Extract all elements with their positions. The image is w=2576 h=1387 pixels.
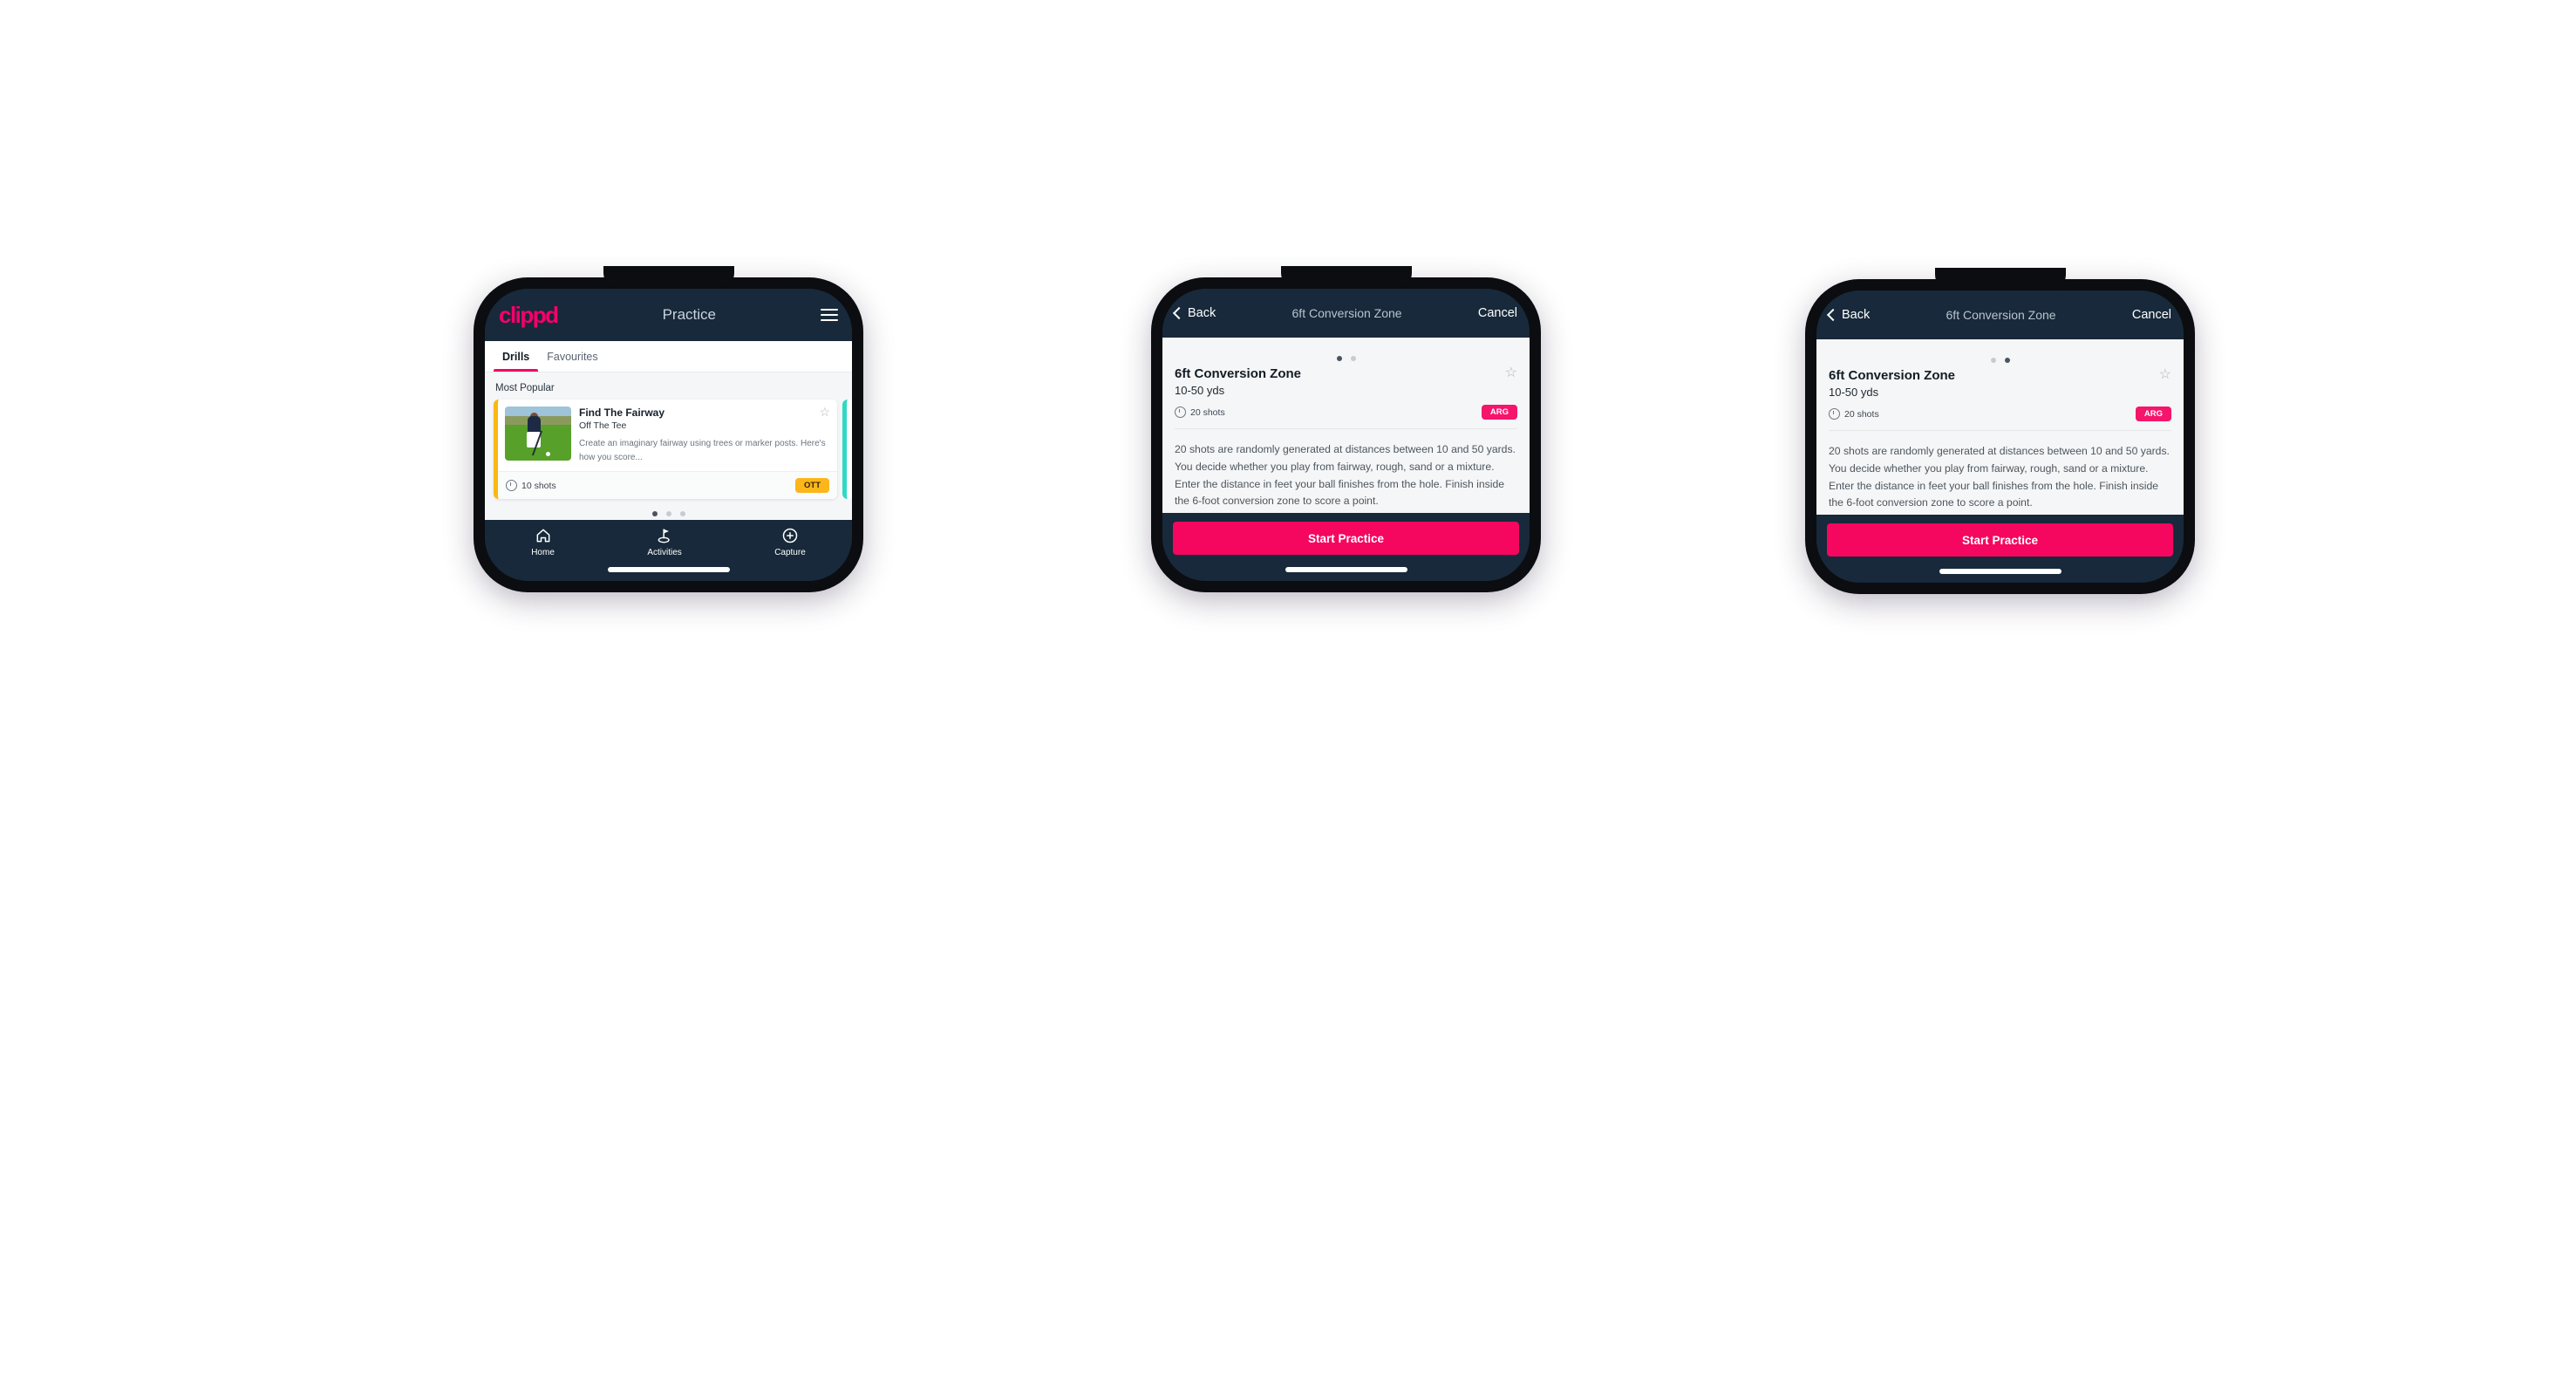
detail-body: FAIRWAY ROUGH SAND Miss Hit xyxy=(1816,339,2184,515)
carousel-dot[interactable] xyxy=(1350,356,1356,361)
hero-carousel-dots[interactable] xyxy=(1816,348,2184,368)
status-badge: ARG xyxy=(1481,405,1517,420)
app-bar: clippd Practice xyxy=(485,289,852,341)
detail-body: 6ft Conversion Zone ☆ 10-50 yds 20 shots… xyxy=(1162,338,1530,513)
page-title: Practice xyxy=(662,306,716,323)
status-badge: OTT xyxy=(795,478,829,493)
drill-carousel[interactable]: Find The Fairway Off The Tee Create an i… xyxy=(485,400,852,499)
drill-description: 20 shots are randomly generated at dista… xyxy=(1175,443,1516,508)
back-label: Back xyxy=(1188,306,1216,320)
nav-item-capture[interactable]: Capture xyxy=(774,527,806,557)
drill-header: 6ft Conversion Zone ☆ 10-50 yds 20 shots… xyxy=(1816,368,2184,431)
drill-header: 6ft Conversion Zone ☆ 10-50 yds 20 shots… xyxy=(1162,366,1530,429)
drill-name: Find The Fairway xyxy=(579,407,665,419)
carousel-dot[interactable] xyxy=(2004,358,2010,363)
drill-card-next-peek[interactable] xyxy=(842,400,852,499)
back-label: Back xyxy=(1842,308,1871,322)
carousel-dot[interactable] xyxy=(1336,356,1342,361)
drill-description: 20 shots are randomly generated at dista… xyxy=(1829,445,2170,509)
phone1: clippd Practice Drills Favourites Most P… xyxy=(474,266,863,592)
chevron-left-icon xyxy=(1826,308,1840,322)
carousel-dot[interactable] xyxy=(665,511,671,516)
drill-description: Create an imaginary fairway using trees … xyxy=(579,439,826,462)
phone2: Back 6ft Conversion Zone Cancel 6ft Conv… xyxy=(1151,266,1541,592)
clock-icon xyxy=(1829,408,1840,420)
tab-favourites[interactable]: Favourites xyxy=(538,341,606,372)
hero-carousel-dots[interactable] xyxy=(1162,346,1530,366)
nav-item-activities[interactable]: Activities xyxy=(647,527,682,557)
drill-name: 6ft Conversion Zone xyxy=(1175,366,1302,381)
star-outline-icon[interactable]: ☆ xyxy=(819,406,830,418)
clippd-logo[interactable]: clippd xyxy=(499,302,559,329)
back-button[interactable]: Back xyxy=(1172,306,1216,320)
detail-title: 6ft Conversion Zone xyxy=(1946,308,2056,322)
home-icon xyxy=(536,529,549,543)
drill-meta-row: 20 shots ARG xyxy=(1829,407,2171,431)
nav-label: Activities xyxy=(647,548,682,557)
section-most-popular: Most Popular xyxy=(495,383,555,393)
tab-drills[interactable]: Drills xyxy=(494,341,539,372)
notch xyxy=(603,266,734,289)
drill-shots: 20 shots xyxy=(1829,408,1879,420)
start-practice-button[interactable]: Start Practice xyxy=(1827,523,2173,557)
drill-shots: 20 shots xyxy=(1175,407,1225,418)
clock-icon xyxy=(1175,407,1186,418)
drill-meta-row: 20 shots ARG xyxy=(1175,405,1517,429)
drill-distance: 10-50 yds xyxy=(1829,386,1879,399)
star-outline-icon[interactable]: ☆ xyxy=(2159,368,2171,382)
drill-name: 6ft Conversion Zone xyxy=(1829,368,1956,383)
screenshot-canvas: clippd Practice Drills Favourites Most P… xyxy=(0,0,2576,1387)
status-badge: ARG xyxy=(2135,407,2171,421)
drill-distance: 10-50 yds xyxy=(1175,384,1225,397)
drill-thumbnail xyxy=(505,407,571,461)
start-practice-button[interactable]: Start Practice xyxy=(1173,522,1519,555)
detail-nav-bar: Back 6ft Conversion Zone Cancel xyxy=(1162,289,1530,338)
tab-bar: Drills Favourites xyxy=(485,341,852,372)
carousel-dot[interactable] xyxy=(1990,358,1996,363)
chevron-left-icon xyxy=(1172,306,1186,320)
drill-shots-label: 20 shots xyxy=(1844,408,1879,420)
nav-item-home[interactable]: Home xyxy=(531,527,555,557)
carousel-dot[interactable] xyxy=(651,511,658,516)
home-indicator xyxy=(1939,569,2061,574)
cancel-button[interactable]: Cancel xyxy=(1478,306,1517,320)
drill-shots-label: 20 shots xyxy=(1190,407,1225,418)
drill-card[interactable]: Find The Fairway Off The Tee Create an i… xyxy=(494,400,837,499)
detail-title: 6ft Conversion Zone xyxy=(1291,306,1402,320)
carousel-dots[interactable] xyxy=(485,499,852,520)
drill-shots: 10 shots xyxy=(506,480,556,491)
clock-icon xyxy=(506,480,517,491)
home-indicator xyxy=(1285,567,1407,572)
notch xyxy=(1280,266,1412,289)
drill-skill: Off The Tee xyxy=(579,420,627,431)
nav-label: Capture xyxy=(774,548,806,557)
plus-circle-icon xyxy=(782,528,798,543)
notch xyxy=(1934,268,2066,290)
back-button[interactable]: Back xyxy=(1826,308,1871,322)
phone3: Back 6ft Conversion Zone Cancel 6ft Conv… xyxy=(1805,268,2195,594)
carousel-dot[interactable] xyxy=(679,511,685,516)
cancel-button[interactable]: Cancel xyxy=(2132,308,2171,322)
home-indicator xyxy=(607,567,730,572)
golf-flag-icon xyxy=(658,529,670,543)
star-outline-icon[interactable]: ☆ xyxy=(1505,366,1517,380)
practice-body: Most Popular Find The Fairway Off The Te… xyxy=(485,372,852,520)
detail-nav-bar: Back 6ft Conversion Zone Cancel xyxy=(1816,290,2184,339)
hamburger-icon[interactable] xyxy=(821,309,838,321)
nav-label: Home xyxy=(531,548,555,557)
drill-shots-label: 10 shots xyxy=(521,480,556,491)
